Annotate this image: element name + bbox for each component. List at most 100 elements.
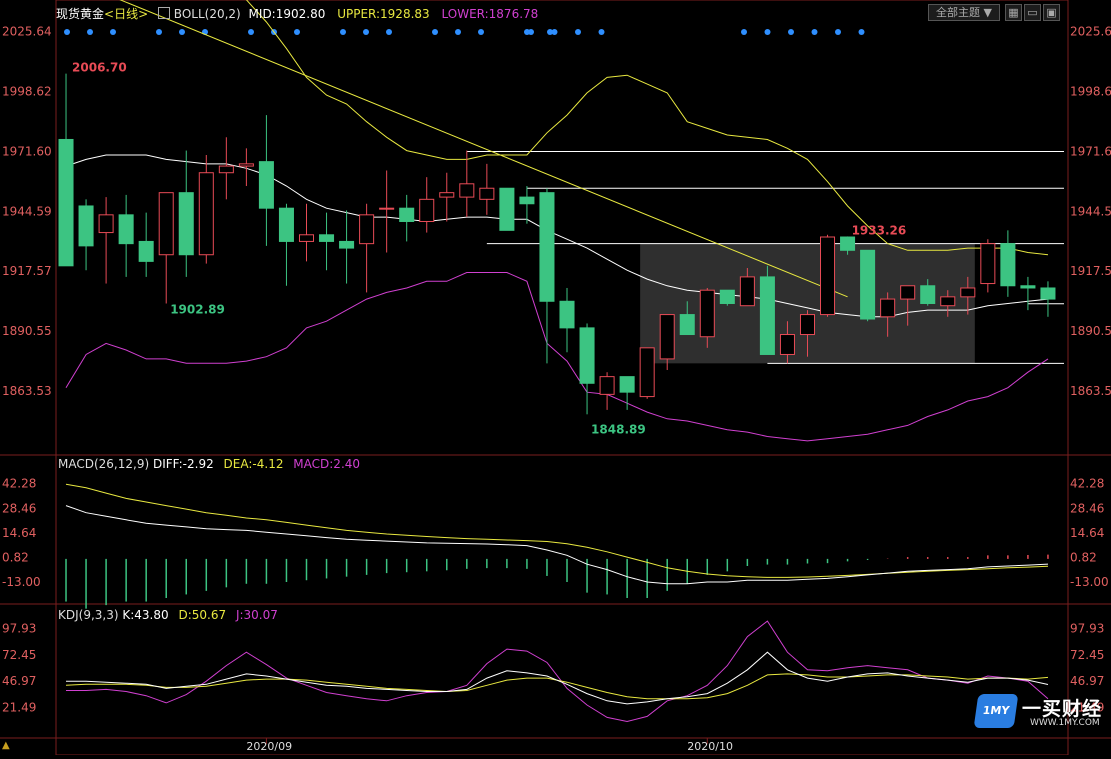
candle-body bbox=[138, 240, 154, 262]
price-axis-label: 1944.59 bbox=[1070, 204, 1111, 218]
diff-line bbox=[65, 505, 1049, 585]
event-marker-dot bbox=[64, 29, 70, 35]
grid-button[interactable]: ▦ bbox=[1005, 4, 1022, 21]
candle-body bbox=[499, 187, 515, 231]
event-marker-dot bbox=[788, 29, 794, 35]
period-selector[interactable]: <日线> bbox=[104, 7, 148, 21]
candle-body bbox=[699, 289, 715, 338]
candle-body bbox=[599, 376, 615, 395]
macd-title[interactable]: MACD(26,12,9) bbox=[58, 457, 149, 471]
event-marker-dot bbox=[87, 29, 93, 35]
candle-body bbox=[58, 138, 74, 267]
macd-axis-label: 28.46 bbox=[1070, 501, 1104, 515]
lower-value: LOWER:1876.78 bbox=[441, 7, 539, 21]
event-marker-dot bbox=[248, 29, 254, 35]
macd-axis-label: 42.28 bbox=[2, 477, 36, 491]
macd-value: MACD:2.40 bbox=[293, 457, 361, 471]
candle-body bbox=[920, 285, 936, 304]
event-marker-dot bbox=[741, 29, 747, 35]
price-axis-label: 1944.59 bbox=[2, 204, 52, 218]
event-marker-dot bbox=[179, 29, 185, 35]
candle-body bbox=[98, 214, 114, 234]
event-marker-dot bbox=[764, 29, 771, 35]
event-marker-dot bbox=[575, 29, 581, 35]
indicator-name[interactable]: BOLL(20,2) bbox=[174, 7, 241, 21]
dea-line bbox=[65, 483, 1049, 578]
candle-body bbox=[679, 314, 695, 336]
candle-body bbox=[78, 205, 94, 247]
candle-body bbox=[539, 192, 555, 302]
theme-dropdown-button[interactable]: 全部主题 ▼ bbox=[928, 4, 1000, 21]
candle-body bbox=[298, 234, 315, 242]
macd-axis-label: -13.00 bbox=[2, 575, 41, 589]
dea-value: DEA:-4.12 bbox=[223, 457, 284, 471]
indicator-icon bbox=[157, 7, 170, 19]
price-axis-label: 1890.55 bbox=[2, 324, 52, 338]
candle-body bbox=[759, 276, 775, 355]
candle-body bbox=[980, 243, 996, 285]
kdj-title[interactable]: KDJ(9,3,3) bbox=[58, 608, 119, 622]
price-axis-label: 1971.60 bbox=[2, 144, 52, 158]
price-axis-label: 1863.53 bbox=[2, 384, 52, 398]
plot-frame bbox=[55, 0, 1069, 756]
candle-body bbox=[339, 240, 355, 249]
candle-body bbox=[900, 285, 916, 300]
event-marker-dot bbox=[598, 29, 605, 35]
macd-axis-label: -13.00 bbox=[1070, 575, 1109, 589]
brand-mark: 1MY bbox=[981, 704, 1011, 717]
event-marker-dot bbox=[551, 29, 558, 35]
low-annotation: 1902.89 bbox=[170, 303, 225, 317]
event-marker-dot bbox=[363, 29, 369, 35]
scroll-left-icon[interactable]: ▲ bbox=[2, 740, 10, 751]
upper-value: UPPER:1928.83 bbox=[337, 7, 430, 21]
price-axis-label: 1917.57 bbox=[2, 264, 52, 278]
candle-body bbox=[359, 214, 375, 245]
price-axis-label: 1998.62 bbox=[2, 85, 52, 99]
x-axis-label: 2020/10 bbox=[687, 740, 733, 753]
x-axis-label: 2020/09 bbox=[246, 740, 292, 753]
kdj-axis-label: 72.45 bbox=[2, 648, 36, 662]
candle-body bbox=[399, 207, 415, 222]
candle-body bbox=[820, 236, 836, 316]
candle-body bbox=[198, 172, 214, 256]
brand-name: 一买财经 bbox=[1022, 698, 1103, 720]
price-axis-label: 1917.57 bbox=[1070, 264, 1111, 278]
event-marker-dot bbox=[478, 29, 484, 35]
event-marker-dot bbox=[340, 29, 346, 35]
event-marker-dot bbox=[858, 29, 865, 35]
kdj-axis-label: 97.93 bbox=[1070, 621, 1104, 635]
maximize-button[interactable]: ▣ bbox=[1043, 4, 1060, 21]
macd-axis-label: 42.28 bbox=[1070, 477, 1104, 491]
kdj-axis-label: 46.97 bbox=[2, 674, 36, 688]
kdj-axis-label: 97.93 bbox=[2, 621, 36, 635]
candle-body bbox=[940, 296, 956, 307]
grid-icon: ▦ bbox=[1008, 6, 1019, 19]
price-axis-label: 1863.53 bbox=[1070, 384, 1111, 398]
chart-stage: 2025.64 2025.64 1998.62 1998.62 1971.60 1971.… bbox=[0, 0, 1111, 756]
macd-axis-label: 0.82 bbox=[1070, 550, 1097, 564]
candle-body bbox=[719, 289, 735, 304]
candle-body bbox=[258, 161, 274, 209]
macd-header: MACD(26,12,9) DIFF:-2.92 DEA:-4.12 MACD:… bbox=[58, 457, 360, 471]
candle-body bbox=[579, 327, 595, 384]
candle-body bbox=[960, 287, 976, 298]
d-value: D:50.67 bbox=[178, 608, 227, 622]
peak-annotation: 1933.26 bbox=[852, 223, 907, 237]
candle-body bbox=[880, 298, 896, 318]
kdj-header: KDJ(9,3,3) K:43.80 D:50.67 J:30.07 bbox=[58, 608, 278, 622]
macd-axis-label: 14.64 bbox=[1070, 526, 1104, 540]
candle-body bbox=[158, 192, 174, 256]
event-marker-dot bbox=[294, 29, 300, 35]
candlestick-chart: 2025.64 2025.64 1998.62 1998.62 1971.60 1971.… bbox=[0, 0, 1111, 756]
candle-body bbox=[619, 376, 635, 393]
minimize-button[interactable]: ▭ bbox=[1024, 4, 1041, 21]
event-marker-dot bbox=[528, 29, 534, 35]
macd-axis-label: 14.64 bbox=[2, 526, 36, 540]
maximize-icon: ▣ bbox=[1046, 6, 1057, 19]
kdj-axis-label: 46.97 bbox=[1070, 674, 1104, 688]
instrument-name[interactable]: 现货黄金 bbox=[56, 7, 104, 21]
event-marker-dot bbox=[455, 29, 461, 35]
kdj-d-line bbox=[65, 673, 1049, 700]
price-axis-label: 2025.64 bbox=[1070, 25, 1111, 39]
price-axis-label: 1890.55 bbox=[1070, 324, 1111, 338]
